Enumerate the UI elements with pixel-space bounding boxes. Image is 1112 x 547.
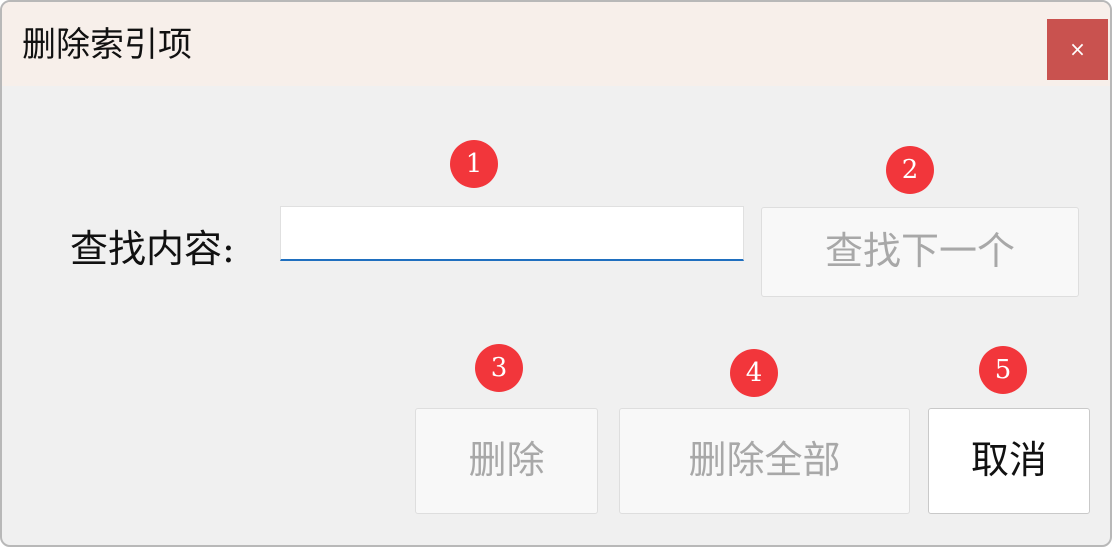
cancel-button[interactable]: 取消 [928,408,1090,514]
delete-all-button[interactable]: 删除全部 [619,408,910,514]
close-icon: × [1069,37,1086,61]
find-content-input[interactable] [280,206,744,261]
delete-index-entry-dialog: 删除索引项 × 1 2 3 4 5 查找内容: 查找下一个 删除 删除全部 取消 [0,0,1112,547]
marker-4: 4 [730,349,778,397]
marker-3: 3 [475,344,523,392]
dialog-title: 删除索引项 [22,25,192,65]
delete-button[interactable]: 删除 [415,408,598,514]
find-content-label: 查找内容: [70,227,235,271]
marker-1: 1 [450,140,498,188]
title-bar[interactable]: 删除索引项 × [2,2,1110,86]
marker-2: 2 [886,146,934,194]
marker-5: 5 [979,346,1027,394]
close-button[interactable]: × [1047,19,1108,80]
find-next-button[interactable]: 查找下一个 [761,207,1079,297]
